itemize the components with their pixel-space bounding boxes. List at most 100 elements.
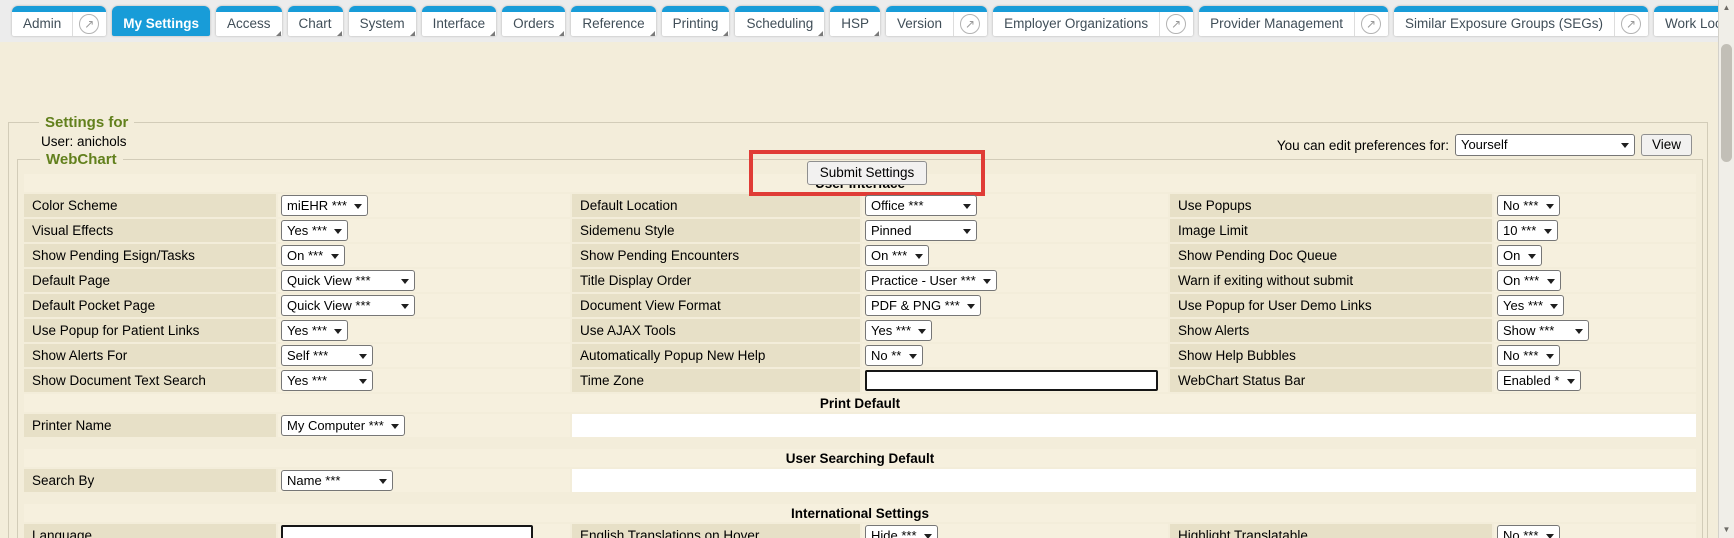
tab-hsp[interactable]: HSP bbox=[830, 6, 880, 36]
tab-employer-organizations[interactable]: Employer Organizations ↗ bbox=[993, 6, 1193, 36]
setting-label: WebChart Status Bar bbox=[1170, 369, 1492, 392]
image-limit-select[interactable]: 10 *** bbox=[1497, 220, 1558, 241]
tab-similar-exposure-groups-segs[interactable]: Similar Exposure Groups (SEGs) ↗ bbox=[1394, 6, 1648, 36]
tab-label[interactable]: Provider Management bbox=[1199, 12, 1354, 36]
tab-label[interactable]: Admin bbox=[12, 12, 72, 36]
tab-label[interactable]: Scheduling bbox=[735, 12, 824, 36]
scroll-up-icon[interactable]: ▲ bbox=[1719, 0, 1734, 16]
show-alerts-for-select[interactable]: Self *** bbox=[281, 345, 373, 366]
setting-label: Highlight Translatable bbox=[1170, 524, 1492, 538]
tab-access[interactable]: Access bbox=[216, 6, 282, 36]
setting-value-cell: No *** bbox=[1494, 194, 1696, 217]
table-row: Default PageQuick View ***Title Display … bbox=[24, 269, 1696, 292]
tab-label[interactable]: Chart bbox=[288, 12, 343, 36]
setting-value-cell: miEHR *** bbox=[278, 194, 570, 217]
tab-label[interactable]: Interface bbox=[422, 12, 497, 36]
external-link-icon[interactable]: ↗ bbox=[1621, 14, 1641, 34]
document-view-format-select[interactable]: PDF & PNG *** bbox=[865, 295, 981, 316]
setting-value-cell: Self *** bbox=[278, 344, 570, 367]
show-alerts-select[interactable]: Show *** bbox=[1497, 320, 1589, 341]
scrollbar-thumb[interactable] bbox=[1721, 44, 1732, 162]
tab-admin[interactable]: Admin ↗ bbox=[12, 6, 106, 36]
dropdown-corner-icon bbox=[818, 31, 823, 36]
default-page-select[interactable]: Quick View *** bbox=[281, 270, 415, 291]
dropdown-corner-icon bbox=[874, 31, 879, 36]
setting-label: Language bbox=[24, 524, 276, 538]
search-by-select[interactable]: Name *** bbox=[281, 470, 393, 491]
highlight-translatable-select[interactable]: No *** bbox=[1497, 525, 1560, 538]
external-link-icon[interactable]: ↗ bbox=[960, 14, 980, 34]
tab-chart[interactable]: Chart bbox=[288, 6, 343, 36]
use-popup-for-user-demo-links-select[interactable]: Yes *** bbox=[1497, 295, 1564, 316]
tab-label[interactable]: Access bbox=[216, 12, 282, 36]
setting-value-cell: My Computer *** bbox=[278, 414, 570, 437]
vertical-scrollbar[interactable]: ▲ ▼ bbox=[1718, 0, 1734, 538]
tab-label[interactable]: Employer Organizations bbox=[993, 12, 1159, 36]
external-link-icon[interactable]: ↗ bbox=[1166, 14, 1186, 34]
show-help-bubbles-select[interactable]: No *** bbox=[1497, 345, 1560, 366]
tab-version[interactable]: Version ↗ bbox=[886, 6, 987, 36]
tab-interface[interactable]: Interface bbox=[422, 6, 497, 36]
sidemenu-style-select[interactable]: Pinned bbox=[865, 220, 977, 241]
tab-label[interactable]: Version bbox=[886, 12, 953, 36]
use-popup-for-patient-links-select[interactable]: Yes *** bbox=[281, 320, 348, 341]
use-popups-select[interactable]: No *** bbox=[1497, 195, 1560, 216]
table-row: Use Popup for Patient LinksYes ***Use AJ… bbox=[24, 319, 1696, 342]
setting-label: Warn if exiting without submit bbox=[1170, 269, 1492, 292]
view-button[interactable]: View bbox=[1641, 134, 1692, 156]
time-zone-input[interactable] bbox=[865, 370, 1158, 391]
show-document-text-search-select[interactable]: Yes *** bbox=[281, 370, 373, 391]
use-ajax-tools-select[interactable]: Yes *** bbox=[865, 320, 932, 341]
webchart-status-bar-select[interactable]: Enabled * bbox=[1497, 370, 1581, 391]
section-header-row: User Searching Default bbox=[24, 449, 1696, 467]
tab-label[interactable]: Similar Exposure Groups (SEGs) bbox=[1394, 12, 1614, 36]
dropdown-corner-icon bbox=[650, 31, 655, 36]
tab-orders[interactable]: Orders bbox=[502, 6, 565, 36]
table-row: Show Pending Esign/TasksOn ***Show Pendi… bbox=[24, 244, 1696, 267]
tab-label[interactable]: HSP bbox=[830, 12, 880, 36]
tab-printing[interactable]: Printing bbox=[662, 6, 730, 36]
main-content: You can edit preferences for: Yourself V… bbox=[0, 114, 1734, 538]
external-link-icon[interactable]: ↗ bbox=[79, 14, 99, 34]
default-pocket-page-select[interactable]: Quick View *** bbox=[281, 295, 415, 316]
tab-divider bbox=[1159, 12, 1160, 36]
setting-value-cell: Name *** bbox=[278, 469, 570, 492]
setting-value-cell: On *** bbox=[862, 244, 1168, 267]
tab-label[interactable]: Printing bbox=[662, 12, 730, 36]
setting-label: Time Zone bbox=[572, 369, 860, 392]
setting-label: Document View Format bbox=[572, 294, 860, 317]
warn-if-exiting-without-submit-select[interactable]: On *** bbox=[1497, 270, 1561, 291]
dropdown-corner-icon bbox=[337, 31, 342, 36]
preferences-for-select[interactable]: Yourself bbox=[1455, 134, 1635, 156]
table-row: Show Alerts ForSelf ***Automatically Pop… bbox=[24, 344, 1696, 367]
tab-my-settings[interactable]: My Settings bbox=[112, 6, 210, 36]
printer-name-select[interactable]: My Computer *** bbox=[281, 415, 405, 436]
tab-label[interactable]: Orders bbox=[502, 12, 565, 36]
language-input[interactable] bbox=[281, 525, 533, 538]
webchart-fieldset: WebChart User InterfaceColor SchememiEHR… bbox=[17, 151, 1703, 538]
tab-scheduling[interactable]: Scheduling bbox=[735, 6, 824, 36]
webchart-legend: WebChart bbox=[40, 151, 123, 168]
title-display-order-select[interactable]: Practice - User *** bbox=[865, 270, 997, 291]
english-translations-on-hover-select[interactable]: Hide *** bbox=[865, 525, 938, 538]
external-link-icon[interactable]: ↗ bbox=[1361, 14, 1381, 34]
color-scheme-select[interactable]: miEHR *** bbox=[281, 195, 368, 216]
show-pending-esign-tasks-select[interactable]: On *** bbox=[281, 245, 345, 266]
tab-label[interactable]: System bbox=[349, 12, 416, 36]
visual-effects-select[interactable]: Yes *** bbox=[281, 220, 348, 241]
setting-label: Show Document Text Search bbox=[24, 369, 276, 392]
tab-reference[interactable]: Reference bbox=[571, 6, 655, 36]
show-pending-encounters-select[interactable]: On *** bbox=[865, 245, 929, 266]
tab-provider-management[interactable]: Provider Management ↗ bbox=[1199, 6, 1388, 36]
scroll-down-icon[interactable]: ▼ bbox=[1719, 522, 1734, 538]
table-row: Search ByName *** bbox=[24, 469, 1696, 492]
tab-label[interactable]: My Settings bbox=[112, 12, 210, 36]
setting-label: Color Scheme bbox=[24, 194, 276, 217]
tab-divider bbox=[953, 12, 954, 36]
automatically-popup-new-help-select[interactable]: No ** bbox=[865, 345, 923, 366]
submit-settings-button[interactable]: Submit Settings bbox=[807, 161, 928, 185]
default-location-select[interactable]: Office *** bbox=[865, 195, 977, 216]
tab-label[interactable]: Reference bbox=[571, 12, 655, 36]
show-pending-doc-queue-select[interactable]: On bbox=[1497, 245, 1542, 266]
tab-system[interactable]: System bbox=[349, 6, 416, 36]
